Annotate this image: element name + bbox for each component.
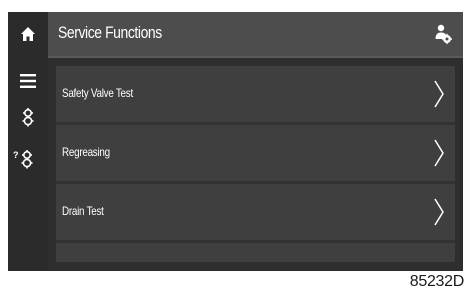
menu-item-label: Safety Valve Test bbox=[62, 86, 133, 100]
home-icon bbox=[21, 27, 35, 41]
menu-item-safety-valve-test[interactable]: Safety Valve Test bbox=[56, 66, 455, 122]
help-gears-button[interactable]: ? bbox=[8, 146, 48, 172]
page-title: Service Functions bbox=[58, 23, 162, 42]
service-gears-button[interactable] bbox=[8, 104, 48, 130]
empty-row bbox=[56, 243, 455, 262]
gears-icon bbox=[22, 108, 34, 127]
controller-screen: ? Service Functions Safety Valve Test Re… bbox=[8, 12, 463, 271]
menu-item-label: Regreasing bbox=[62, 145, 110, 159]
figure-code: 85232D bbox=[409, 273, 465, 290]
chevron-right-icon bbox=[434, 80, 444, 108]
menu-item-drain-test[interactable]: Drain Test bbox=[56, 184, 455, 240]
chevron-right-icon bbox=[434, 139, 444, 167]
help-gears-icon: ? bbox=[13, 150, 33, 169]
home-button[interactable] bbox=[8, 12, 48, 58]
menu-icon bbox=[20, 74, 36, 88]
service-functions-list: Safety Valve Test Regreasing Drain Test bbox=[56, 66, 455, 262]
sidebar: ? bbox=[8, 12, 48, 271]
user-settings-icon bbox=[435, 24, 452, 44]
svg-text:?: ? bbox=[13, 150, 19, 160]
menu-item-label: Drain Test bbox=[62, 204, 104, 218]
menu-item-regreasing[interactable]: Regreasing bbox=[56, 125, 455, 181]
menu-button[interactable] bbox=[8, 68, 48, 94]
user-settings-button[interactable] bbox=[431, 21, 455, 47]
header-bar: Service Functions bbox=[48, 12, 463, 58]
chevron-right-icon bbox=[434, 198, 444, 226]
